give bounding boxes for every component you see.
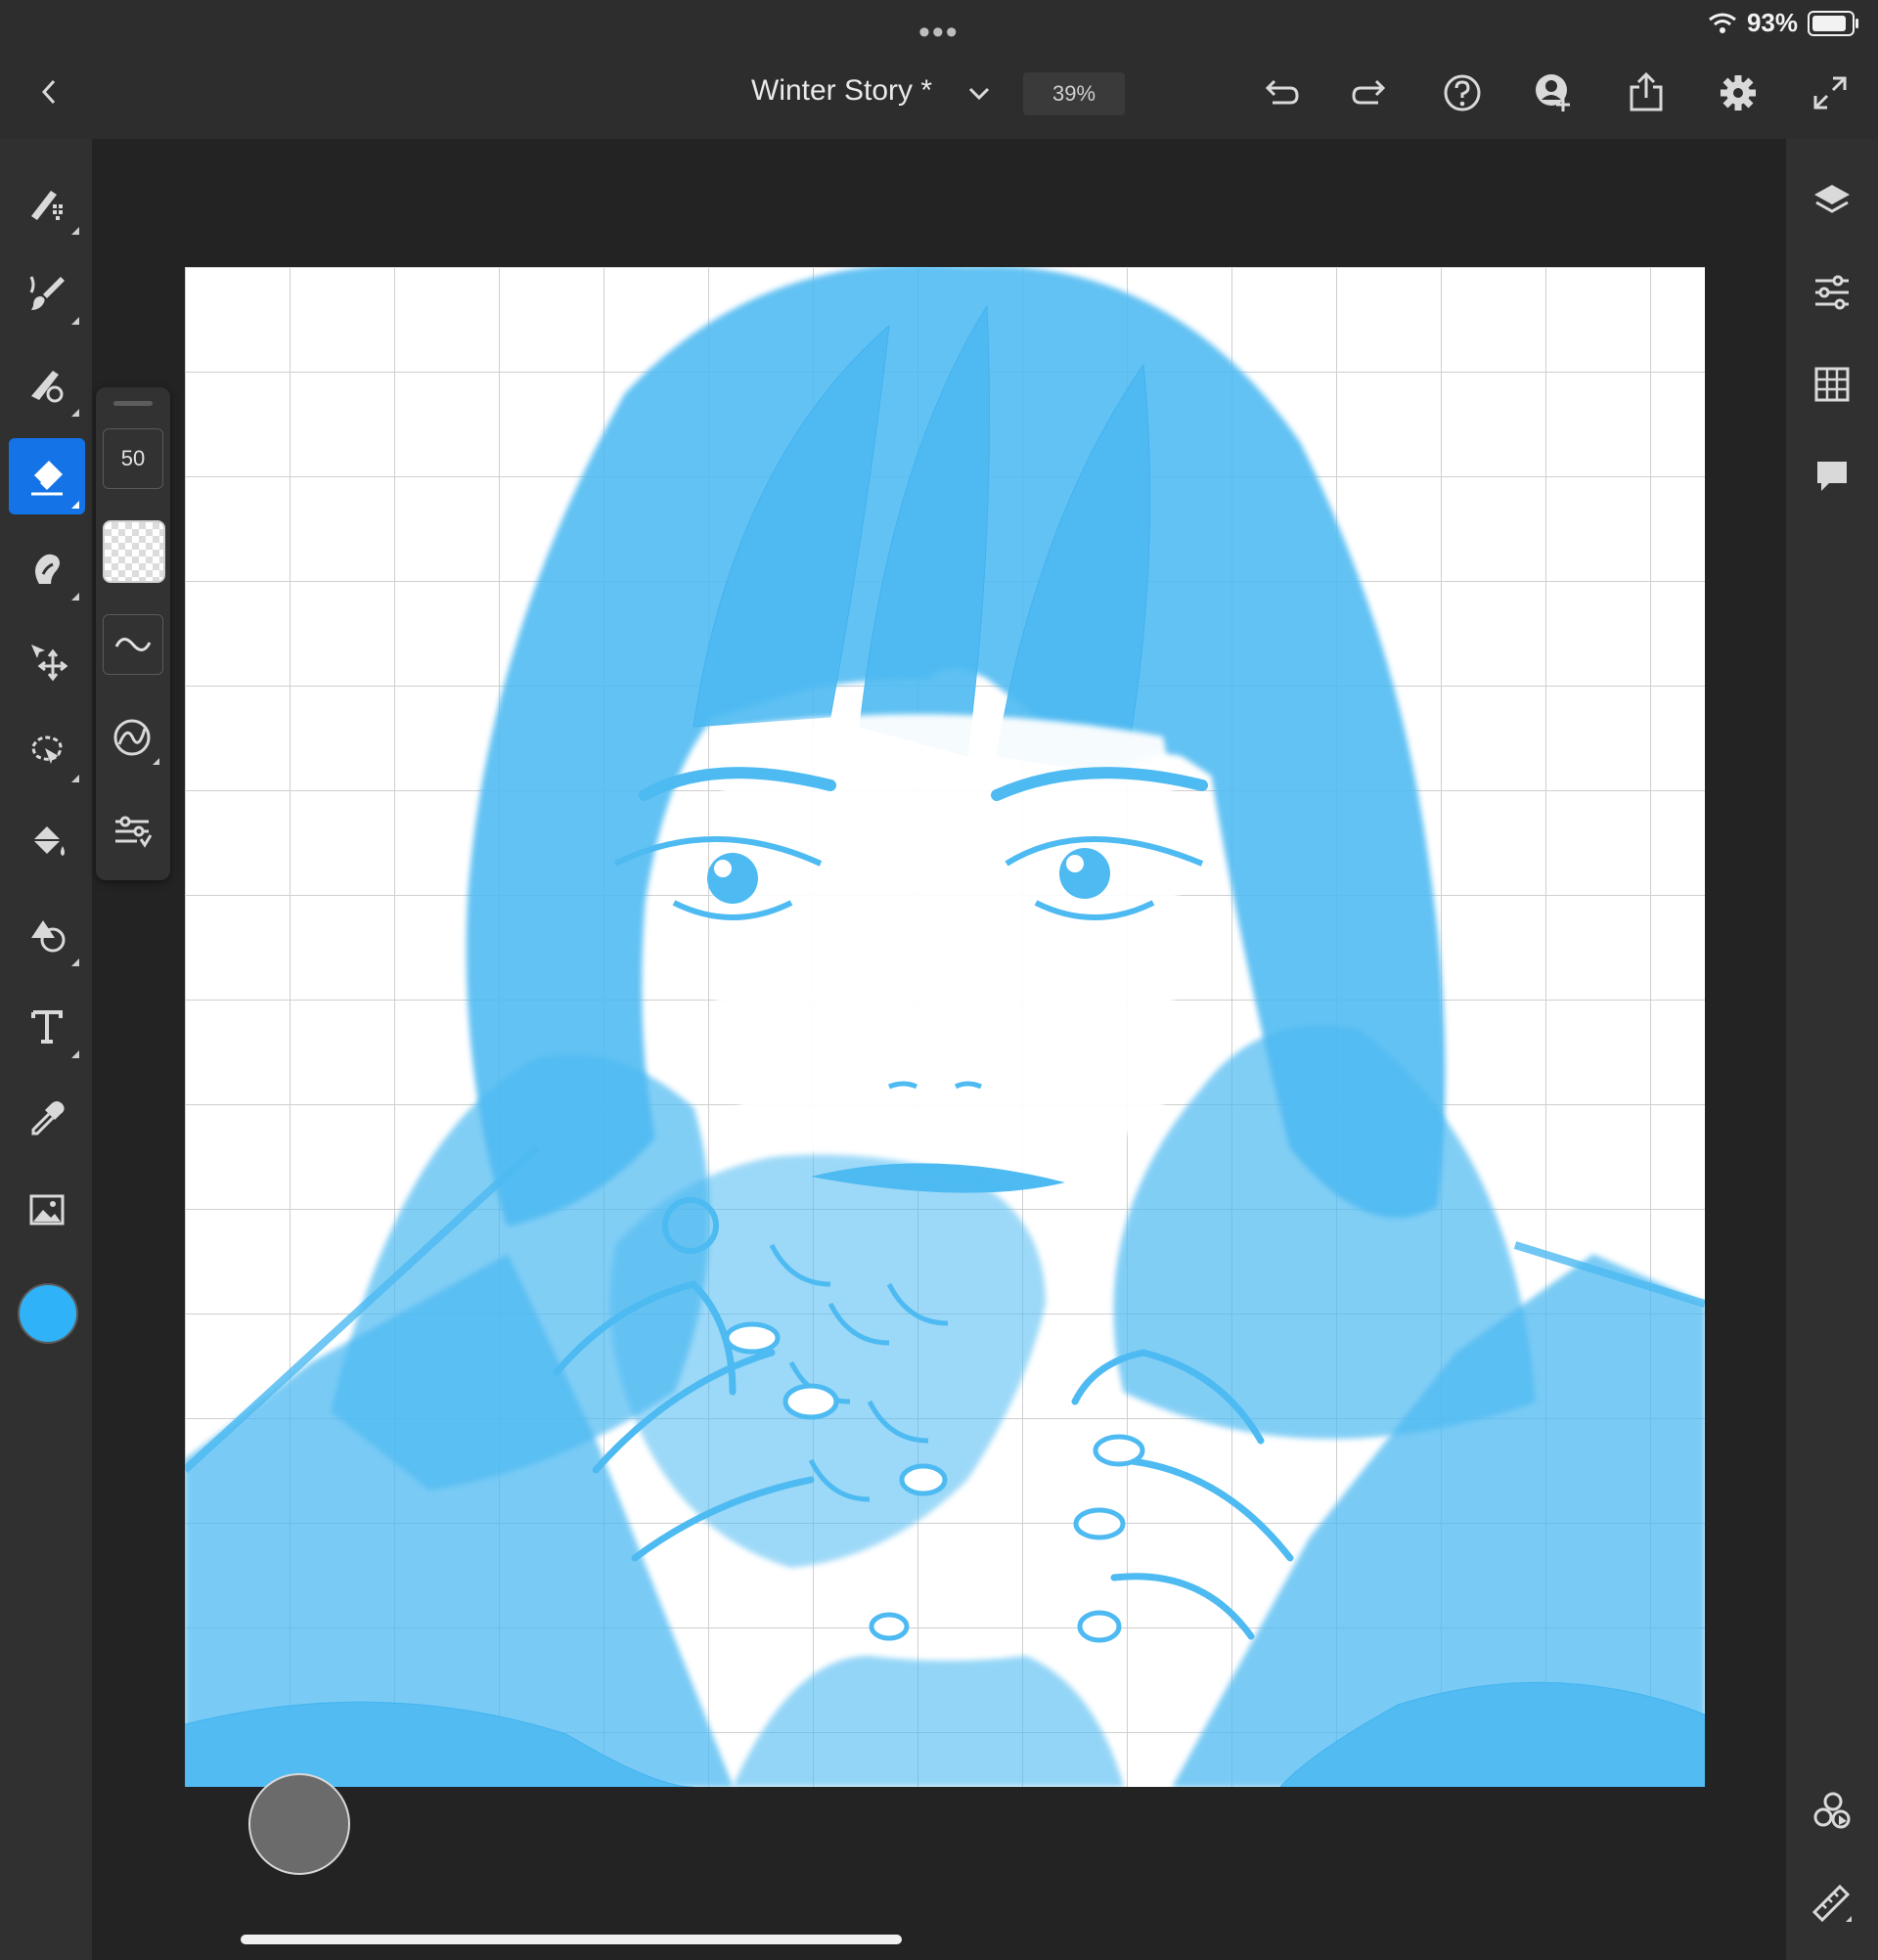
live-brush-icon (25, 271, 68, 314)
grid-icon[interactable] (1808, 360, 1856, 409)
brush-smoothing-button[interactable] (103, 614, 163, 675)
fullscreen-icon[interactable] (1806, 68, 1855, 117)
selection-icon (25, 729, 68, 772)
brush-settings-panel: 50 (96, 387, 170, 880)
current-color-swatch[interactable] (18, 1283, 78, 1344)
shape-icon (25, 913, 68, 956)
battery-icon (1808, 10, 1858, 36)
top-bar (0, 49, 1878, 140)
status-right: 93% (1708, 8, 1858, 38)
home-indicator[interactable] (241, 1935, 902, 1944)
smoothing-wave-icon (113, 633, 153, 656)
eraser-icon (25, 455, 68, 498)
layer-properties-icon[interactable] (1808, 268, 1856, 317)
battery-percent: 93% (1746, 8, 1798, 37)
touch-shortcut-button[interactable] (248, 1773, 350, 1875)
fill-icon (25, 821, 68, 864)
pressure-icon (112, 717, 153, 758)
tool-fill[interactable] (9, 804, 85, 880)
vector-brush-icon (25, 363, 68, 406)
help-icon[interactable] (1438, 68, 1487, 117)
tool-shape[interactable] (9, 896, 85, 972)
drawing-canvas[interactable] (185, 267, 1705, 1787)
brush-settings-button[interactable] (103, 802, 161, 861)
tool-text[interactable] (9, 988, 85, 1064)
image-icon (25, 1188, 68, 1231)
tool-image[interactable] (9, 1172, 85, 1248)
smudge-icon (25, 547, 68, 590)
artwork-illustration (185, 267, 1705, 1787)
brush-pressure-button[interactable] (103, 708, 161, 767)
tool-transform[interactable] (9, 622, 85, 698)
invite-icon[interactable] (1530, 68, 1579, 117)
tool-vector-brush[interactable] (9, 346, 85, 423)
zoom-level[interactable]: 39% (1023, 72, 1125, 115)
right-toolbar (1786, 139, 1878, 1960)
share-icon[interactable] (1622, 67, 1671, 117)
status-bar: ••• 93% (0, 0, 1878, 52)
pixel-brush-icon (25, 181, 68, 224)
brush-size-field[interactable]: 50 (103, 428, 163, 489)
multitask-dots-icon[interactable]: ••• (918, 14, 960, 52)
eyedropper-icon (25, 1096, 68, 1139)
document-title[interactable]: Winter Story * (751, 74, 932, 108)
touch-shortcut-icon[interactable] (1808, 1786, 1856, 1835)
undo-icon[interactable] (1256, 68, 1305, 117)
brush-sliders-icon (112, 814, 153, 849)
text-icon (25, 1004, 68, 1047)
ruler-icon[interactable] (1808, 1878, 1856, 1927)
tool-live-brush[interactable] (9, 254, 85, 331)
transform-icon (25, 639, 68, 682)
title-dropdown-icon[interactable] (962, 74, 996, 113)
wifi-icon (1708, 12, 1737, 35)
comments-icon[interactable] (1808, 452, 1856, 501)
tool-pixel-brush[interactable] (9, 164, 85, 241)
tool-eyedropper[interactable] (9, 1080, 85, 1156)
back-icon[interactable] (29, 70, 68, 113)
redo-icon[interactable] (1346, 68, 1395, 117)
tool-smudge[interactable] (9, 530, 85, 606)
brush-opacity-swatch[interactable] (103, 520, 165, 583)
settings-icon[interactable] (1714, 68, 1763, 117)
layers-icon[interactable] (1808, 176, 1856, 225)
tool-eraser[interactable] (9, 438, 85, 514)
panel-drag-handle[interactable] (113, 401, 153, 406)
tool-selection[interactable] (9, 712, 85, 788)
